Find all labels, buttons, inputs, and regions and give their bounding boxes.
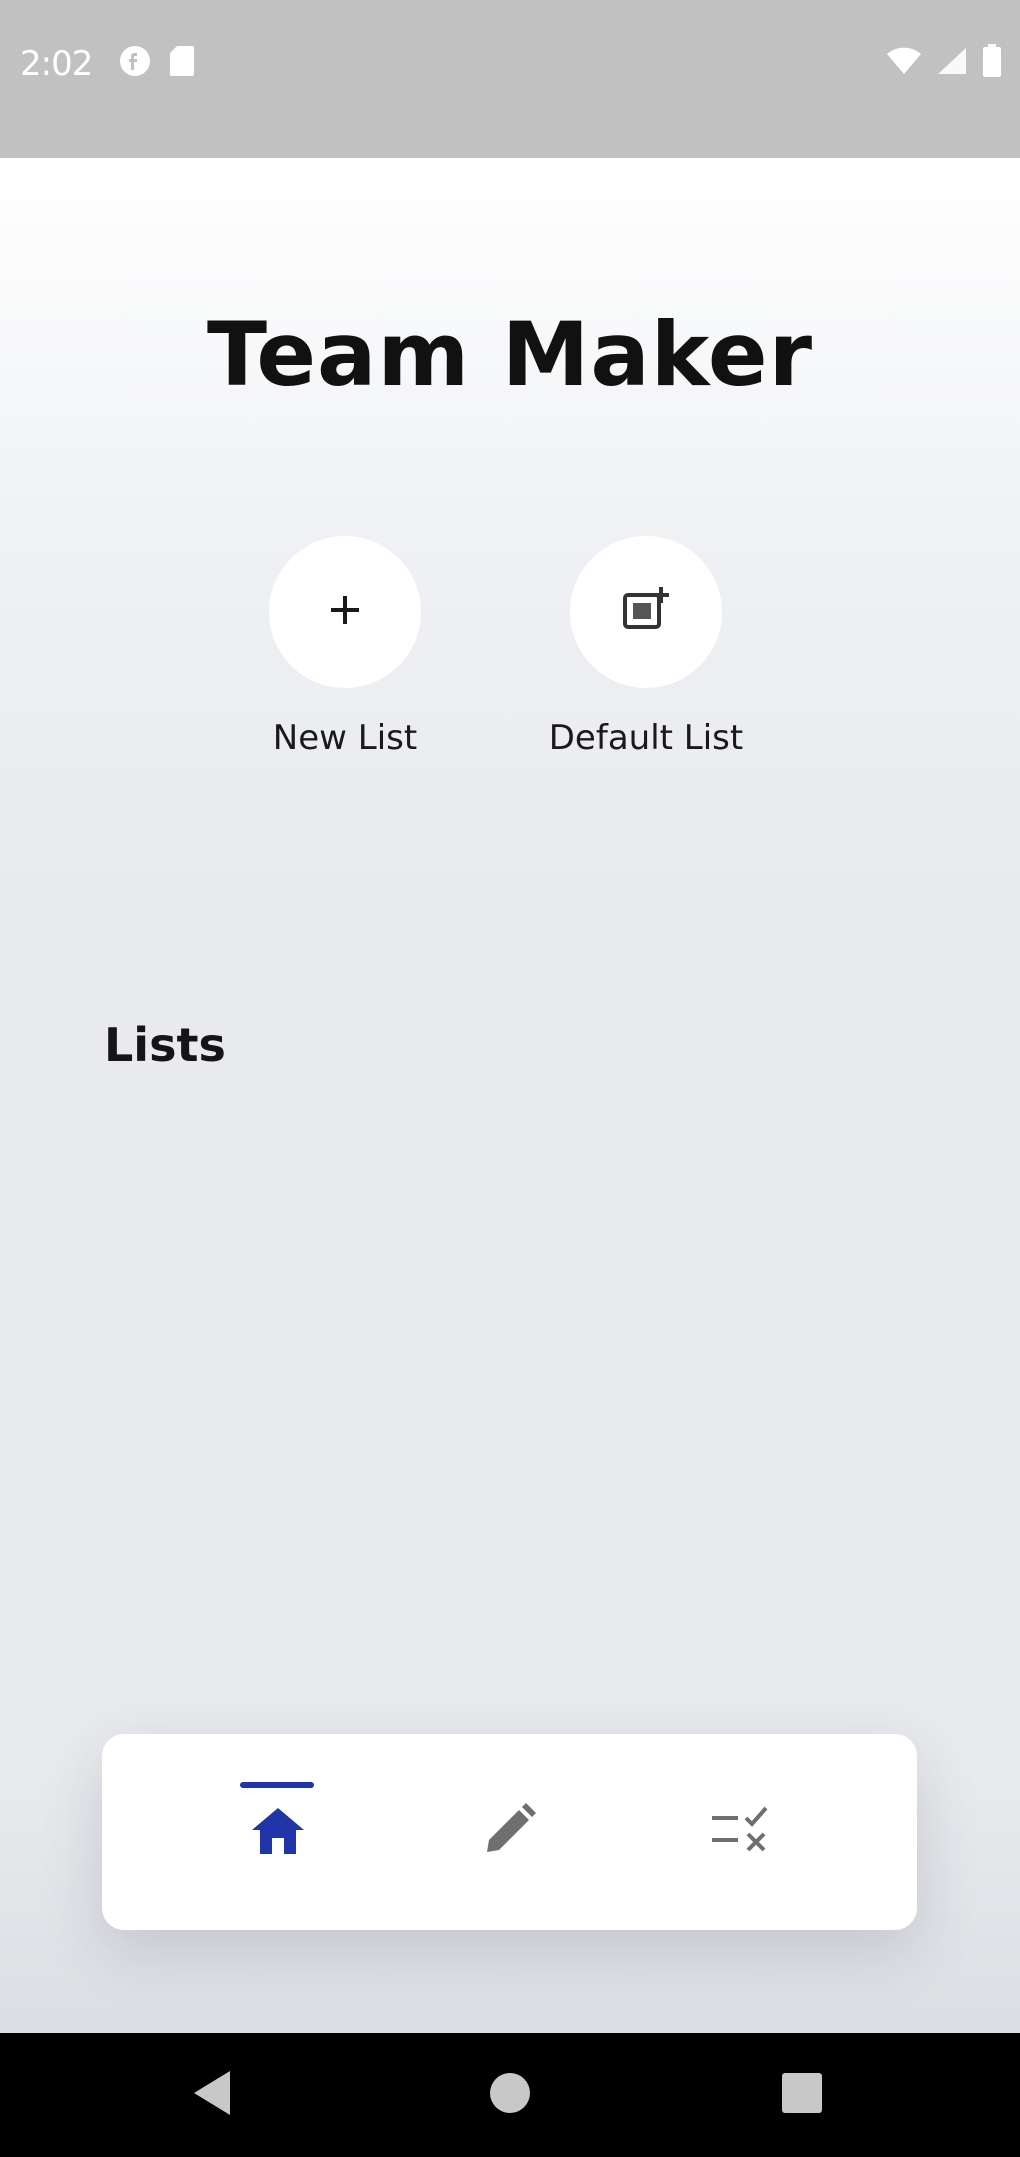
cell-signal-icon xyxy=(936,46,968,80)
default-list-action[interactable]: Default List xyxy=(516,536,776,758)
recents-icon xyxy=(781,2072,823,2118)
back-icon xyxy=(190,2069,234,2121)
f-info-icon xyxy=(118,44,152,82)
sd-card-icon xyxy=(168,44,196,82)
status-bar: 2:02 xyxy=(0,0,1020,158)
system-home-button[interactable] xyxy=(450,2033,570,2157)
wifi-icon xyxy=(886,46,922,80)
new-list-action[interactable]: New List xyxy=(215,536,475,758)
new-list-button[interactable] xyxy=(269,536,421,688)
add-photo-icon xyxy=(619,583,673,641)
default-list-label: Default List xyxy=(548,718,744,758)
system-back-button[interactable] xyxy=(152,2033,272,2157)
battery-icon xyxy=(982,44,1002,82)
plus-icon xyxy=(325,590,365,634)
home-circle-icon xyxy=(488,2071,532,2119)
new-list-label: New List xyxy=(272,718,418,758)
nav-active-indicator xyxy=(240,1782,314,1788)
status-left-icons xyxy=(118,44,196,82)
default-list-button[interactable] xyxy=(570,536,722,688)
nav-checklist[interactable] xyxy=(642,1734,842,1930)
system-navigation-bar xyxy=(0,2033,1020,2157)
lists-heading: Lists xyxy=(104,1018,226,1072)
app-title: Team Maker xyxy=(207,303,813,406)
system-recents-button[interactable] xyxy=(742,2033,862,2157)
status-time: 2:02 xyxy=(20,44,93,84)
status-right-icons xyxy=(886,44,1002,82)
bottom-navigation xyxy=(102,1734,917,1930)
checklist-icon xyxy=(710,1804,774,1860)
nav-edit[interactable] xyxy=(409,1734,609,1930)
app-screen: Team Maker New List Default List Lists xyxy=(0,158,1020,2033)
nav-home[interactable] xyxy=(178,1734,378,1930)
pencil-icon xyxy=(479,1800,539,1864)
home-icon xyxy=(250,1804,306,1860)
